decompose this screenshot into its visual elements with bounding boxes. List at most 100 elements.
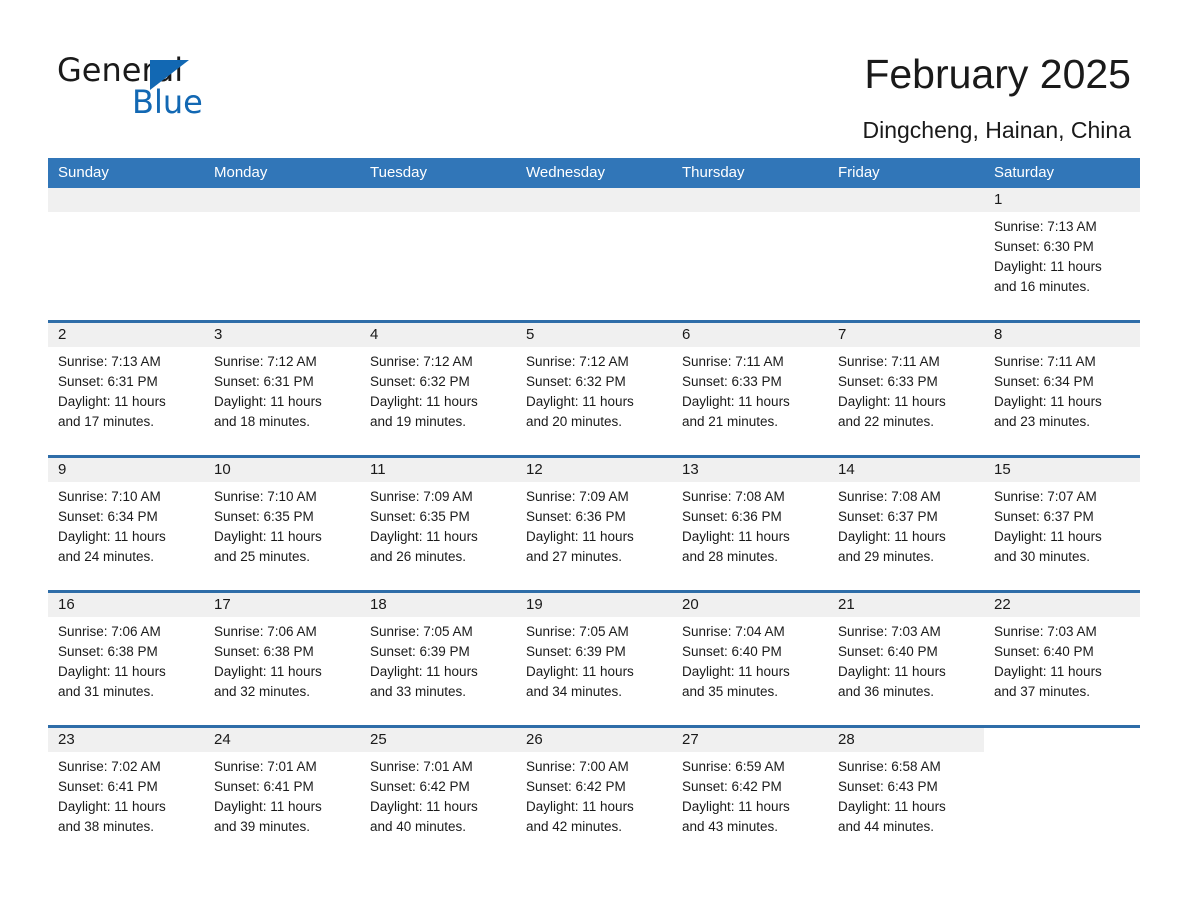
day-detail-line: Daylight: 11 hours (370, 664, 478, 679)
day-number-band: 17 (204, 593, 360, 617)
day-detail-line: Daylight: 11 hours (994, 394, 1102, 409)
calendar-day-cell-1[interactable]: 1 Sunrise: 7:13 AM Sunset: 6:30 PM Daylight… (984, 188, 1140, 320)
calendar-day-cell-11[interactable]: 11 Sunrise: 7:09 AM Sunset: 6:35 PM Dayligh… (360, 458, 516, 590)
calendar-day-cell-20[interactable]: 20 Sunrise: 7:04 AM Sunset: 6:40 PM Dayligh… (672, 593, 828, 725)
day-detail-line: Sunset: 6:36 PM (682, 509, 782, 524)
calendar-day-cell-10[interactable]: 10 Sunrise: 7:10 AM Sunset: 6:35 PM Dayligh… (204, 458, 360, 590)
day-number-band: 18 (360, 593, 516, 617)
day-detail-line: Sunrise: 7:12 AM (214, 354, 317, 369)
calendar-day-cell-15[interactable]: 15 Sunrise: 7:07 AM Sunset: 6:37 PM Dayligh… (984, 458, 1140, 590)
calendar-day-cell-27[interactable]: 27 Sunrise: 6:59 AM Sunset: 6:42 PM Dayligh… (672, 728, 828, 863)
day-detail-line: Daylight: 11 hours (58, 664, 166, 679)
day-number-band: 13 (672, 458, 828, 482)
day-detail-line: and 26 minutes. (370, 549, 467, 564)
calendar-day-cell-13[interactable]: 13 Sunrise: 7:08 AM Sunset: 6:36 PM Dayligh… (672, 458, 828, 590)
page-title: February 2025 (864, 51, 1131, 97)
calendar-day-cell-25[interactable]: 25 Sunrise: 7:01 AM Sunset: 6:42 PM Dayligh… (360, 728, 516, 863)
calendar-day-cell-24[interactable]: 24 Sunrise: 7:01 AM Sunset: 6:41 PM Dayligh… (204, 728, 360, 863)
calendar-day-cell-14[interactable]: 14 Sunrise: 7:08 AM Sunset: 6:37 PM Dayligh… (828, 458, 984, 590)
day-number-band: 1 (984, 188, 1140, 212)
day-number: 24 (214, 731, 231, 748)
day-details: Sunrise: 7:10 AM Sunset: 6:34 PM Daylight:… (48, 482, 204, 567)
day-detail-line: Sunset: 6:37 PM (838, 509, 938, 524)
day-number-band: 9 (48, 458, 204, 482)
day-detail-line: Daylight: 11 hours (526, 529, 634, 544)
calendar-day-cell-empty (516, 188, 672, 320)
day-detail-line: Sunset: 6:34 PM (994, 374, 1094, 389)
calendar-day-cell-2[interactable]: 2 Sunrise: 7:13 AM Sunset: 6:31 PM Daylight… (48, 323, 204, 455)
day-details: Sunrise: 7:03 AM Sunset: 6:40 PM Daylight:… (984, 617, 1140, 702)
day-number: 2 (58, 326, 67, 343)
day-detail-line: and 24 minutes. (58, 549, 155, 564)
calendar-day-cell-7[interactable]: 7 Sunrise: 7:11 AM Sunset: 6:33 PM Daylight… (828, 323, 984, 455)
calendar-day-cell-9[interactable]: 9 Sunrise: 7:10 AM Sunset: 6:34 PM Daylight… (48, 458, 204, 590)
day-detail-line: Daylight: 11 hours (682, 664, 790, 679)
day-number-band: 10 (204, 458, 360, 482)
calendar-day-cell-21[interactable]: 21 Sunrise: 7:03 AM Sunset: 6:40 PM Dayligh… (828, 593, 984, 725)
calendar-day-cell-22[interactable]: 22 Sunrise: 7:03 AM Sunset: 6:40 PM Dayligh… (984, 593, 1140, 725)
calendar-day-cell-8[interactable]: 8 Sunrise: 7:11 AM Sunset: 6:34 PM Daylight… (984, 323, 1140, 455)
day-detail-line: Sunrise: 7:03 AM (838, 624, 941, 639)
calendar-day-cell-4[interactable]: 4 Sunrise: 7:12 AM Sunset: 6:32 PM Daylight… (360, 323, 516, 455)
calendar-day-cell-18[interactable]: 18 Sunrise: 7:05 AM Sunset: 6:39 PM Dayligh… (360, 593, 516, 725)
day-detail-line: Daylight: 11 hours (838, 394, 946, 409)
day-number-band: 21 (828, 593, 984, 617)
day-details: Sunrise: 6:58 AM Sunset: 6:43 PM Daylight:… (828, 752, 984, 837)
day-detail-line: Daylight: 11 hours (526, 394, 634, 409)
day-detail-line: Sunset: 6:35 PM (214, 509, 314, 524)
day-details (672, 212, 828, 217)
calendar-day-cell-5[interactable]: 5 Sunrise: 7:12 AM Sunset: 6:32 PM Daylight… (516, 323, 672, 455)
calendar-day-cell-26[interactable]: 26 Sunrise: 7:00 AM Sunset: 6:42 PM Dayligh… (516, 728, 672, 863)
day-details: Sunrise: 7:11 AM Sunset: 6:33 PM Daylight:… (828, 347, 984, 432)
day-number-band: 6 (672, 323, 828, 347)
day-detail-line: and 44 minutes. (838, 819, 935, 834)
day-number: 22 (994, 596, 1011, 613)
day-number: 11 (370, 461, 386, 478)
day-detail-line: Sunset: 6:42 PM (526, 779, 626, 794)
day-detail-line: Daylight: 11 hours (214, 664, 322, 679)
calendar-day-cell-23[interactable]: 23 Sunrise: 7:02 AM Sunset: 6:41 PM Dayligh… (48, 728, 204, 863)
day-detail-line: Sunrise: 7:08 AM (682, 489, 785, 504)
day-detail-line: and 34 minutes. (526, 684, 623, 699)
calendar-week-row: 9 Sunrise: 7:10 AM Sunset: 6:34 PM Daylight… (48, 455, 1140, 590)
day-detail-line: Sunset: 6:41 PM (58, 779, 158, 794)
day-detail-line: Daylight: 11 hours (526, 799, 634, 814)
day-number: 8 (994, 326, 1003, 343)
day-number: 5 (526, 326, 535, 343)
day-number: 15 (994, 461, 1011, 478)
calendar-day-cell-19[interactable]: 19 Sunrise: 7:05 AM Sunset: 6:39 PM Dayligh… (516, 593, 672, 725)
day-detail-line: Sunset: 6:43 PM (838, 779, 938, 794)
day-detail-line: Sunset: 6:33 PM (838, 374, 938, 389)
calendar-day-cell-12[interactable]: 12 Sunrise: 7:09 AM Sunset: 6:36 PM Dayligh… (516, 458, 672, 590)
day-details: Sunrise: 7:11 AM Sunset: 6:34 PM Daylight:… (984, 347, 1140, 432)
calendar-day-cell-3[interactable]: 3 Sunrise: 7:12 AM Sunset: 6:31 PM Daylight… (204, 323, 360, 455)
day-number-band: 5 (516, 323, 672, 347)
day-details (204, 212, 360, 217)
weekday-header-friday: Friday (838, 164, 880, 181)
day-number: 6 (682, 326, 691, 343)
day-detail-line: and 31 minutes. (58, 684, 155, 699)
day-number: 12 (526, 461, 543, 478)
general-blue-logo[interactable]: General Blue (57, 53, 317, 123)
day-detail-line: Daylight: 11 hours (838, 529, 946, 544)
day-details: Sunrise: 7:04 AM Sunset: 6:40 PM Daylight:… (672, 617, 828, 702)
calendar-day-cell-16[interactable]: 16 Sunrise: 7:06 AM Sunset: 6:38 PM Dayligh… (48, 593, 204, 725)
calendar-day-cell-6[interactable]: 6 Sunrise: 7:11 AM Sunset: 6:33 PM Daylight… (672, 323, 828, 455)
day-number: 1 (994, 191, 1003, 208)
day-details: Sunrise: 7:12 AM Sunset: 6:31 PM Daylight:… (204, 347, 360, 432)
day-detail-line: Sunrise: 6:59 AM (682, 759, 785, 774)
calendar-day-cell-28[interactable]: 28 Sunrise: 6:58 AM Sunset: 6:43 PM Dayligh… (828, 728, 984, 863)
day-details: Sunrise: 7:12 AM Sunset: 6:32 PM Daylight:… (360, 347, 516, 432)
calendar-day-cell-17[interactable]: 17 Sunrise: 7:06 AM Sunset: 6:38 PM Dayligh… (204, 593, 360, 725)
day-detail-line: Sunrise: 7:01 AM (370, 759, 473, 774)
day-detail-line: Sunrise: 7:09 AM (370, 489, 473, 504)
day-detail-line: Sunset: 6:42 PM (370, 779, 470, 794)
day-detail-line: Sunset: 6:34 PM (58, 509, 158, 524)
day-detail-line: Sunset: 6:39 PM (526, 644, 626, 659)
day-number: 28 (838, 731, 855, 748)
day-detail-line: Sunset: 6:41 PM (214, 779, 314, 794)
day-number: 25 (370, 731, 387, 748)
day-details: Sunrise: 7:03 AM Sunset: 6:40 PM Daylight:… (828, 617, 984, 702)
day-detail-line: and 32 minutes. (214, 684, 311, 699)
day-detail-line: and 37 minutes. (994, 684, 1091, 699)
